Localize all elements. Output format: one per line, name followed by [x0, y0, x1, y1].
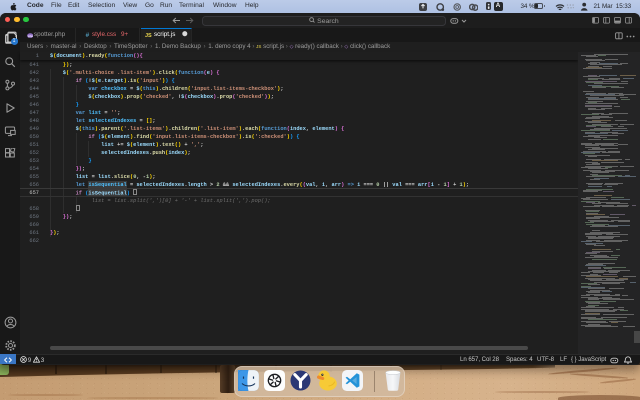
svg-text:php: php: [27, 34, 33, 38]
